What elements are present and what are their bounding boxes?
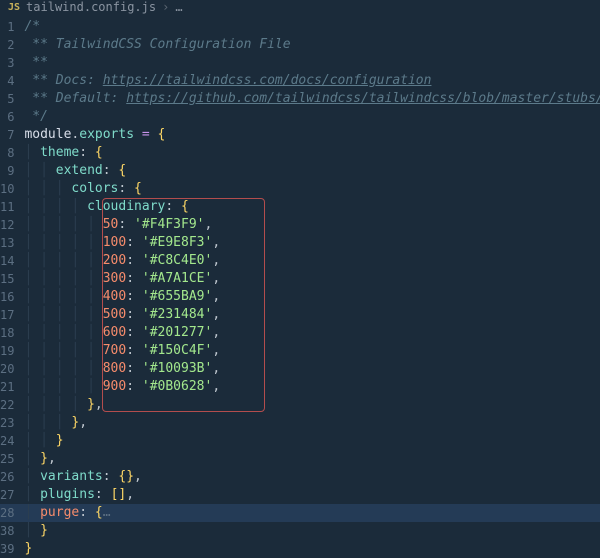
code-line: ** Default: https://github.com/tailwindc… bbox=[24, 90, 600, 108]
editor-window: JS tailwind.config.js › … 1 2 3 4 5 6 7 … bbox=[0, 0, 600, 558]
line-number: 17 bbox=[0, 306, 14, 324]
code-line: │ │ │ │ │ 400: '#655BA9', bbox=[24, 288, 600, 306]
line-number: 12 bbox=[0, 216, 14, 234]
code-area[interactable]: /* ** TailwindCSS Configuration File ** … bbox=[24, 14, 600, 558]
code-line: │ │ │ │ │ 50: '#F4F3F9', bbox=[24, 216, 600, 234]
line-number: 22 bbox=[0, 396, 14, 414]
code-line: │ purge: {… bbox=[24, 504, 600, 522]
code-line: ** TailwindCSS Configuration File bbox=[24, 36, 600, 54]
line-number: 10 bbox=[0, 180, 14, 198]
line-number: 28 bbox=[0, 504, 14, 522]
line-number: 14 bbox=[0, 252, 14, 270]
breadcrumb-trail: … bbox=[175, 0, 182, 14]
code-line: │ │ │ │ │ 500: '#231484', bbox=[24, 306, 600, 324]
code-line: │ │ │ │ │ 800: '#10093B', bbox=[24, 360, 600, 378]
breadcrumb[interactable]: JS tailwind.config.js › … bbox=[0, 0, 600, 14]
code-line: │ │ │ │ │ 700: '#150C4F', bbox=[24, 342, 600, 360]
code-line: │ │ │ │ │ 300: '#A7A1CE', bbox=[24, 270, 600, 288]
line-number: 20 bbox=[0, 360, 14, 378]
code-line: │ │ │ │ │ 600: '#201277', bbox=[24, 324, 600, 342]
code-line: │ │ │ │ cloudinary: { bbox=[24, 198, 600, 216]
code-line: ** Docs: https://tailwindcss.com/docs/co… bbox=[24, 72, 600, 90]
line-number: 39 bbox=[0, 540, 14, 558]
code-line: │ }, bbox=[24, 450, 600, 468]
line-number: 23 bbox=[0, 414, 14, 432]
code-editor[interactable]: 1 2 3 4 5 6 7 8 9 10 11 12 13 14 15 16 1… bbox=[0, 14, 600, 558]
line-number: 7 bbox=[7, 126, 14, 144]
line-number: 13 bbox=[0, 234, 14, 252]
line-number: 5 bbox=[7, 90, 14, 108]
line-number: 1 bbox=[7, 18, 14, 36]
line-number: ›38 bbox=[0, 522, 14, 540]
line-number: 25 bbox=[0, 450, 14, 468]
code-line: */ bbox=[24, 108, 600, 126]
line-number: 21 bbox=[0, 378, 14, 396]
line-number: 19 bbox=[0, 342, 14, 360]
line-number: 8 bbox=[7, 144, 14, 162]
code-line: │ } bbox=[24, 522, 600, 540]
chevron-right-icon: › bbox=[162, 0, 169, 14]
code-line: │ │ │ colors: { bbox=[24, 180, 600, 198]
code-line: │ │ extend: { bbox=[24, 162, 600, 180]
line-number: 9 bbox=[7, 162, 14, 180]
line-number: 11 bbox=[0, 198, 14, 216]
line-number: 18 bbox=[0, 324, 14, 342]
line-number: 15 bbox=[0, 270, 14, 288]
code-line: │ │ │ │ │ 900: '#0B0628', bbox=[24, 378, 600, 396]
code-line: │ │ │ │ │ 200: '#C8C4E0', bbox=[24, 252, 600, 270]
code-line: │ variants: {}, bbox=[24, 468, 600, 486]
line-number-gutter: 1 2 3 4 5 6 7 8 9 10 11 12 13 14 15 16 1… bbox=[0, 14, 24, 558]
line-number: 24 bbox=[0, 432, 14, 450]
code-line: } bbox=[24, 540, 600, 558]
line-number: 16 bbox=[0, 288, 14, 306]
line-number: 4 bbox=[7, 72, 14, 90]
code-line: ** bbox=[24, 54, 600, 72]
line-number: 6 bbox=[7, 108, 14, 126]
breadcrumb-filename: tailwind.config.js bbox=[26, 0, 156, 14]
code-line: /* bbox=[24, 18, 600, 36]
line-number: 3 bbox=[7, 54, 14, 72]
code-line: │ │ } bbox=[24, 432, 600, 450]
code-line: │ │ │ │ }, bbox=[24, 396, 600, 414]
code-line: │ plugins: [], bbox=[24, 486, 600, 504]
code-line: │ │ │ }, bbox=[24, 414, 600, 432]
line-number: 26 bbox=[0, 468, 14, 486]
code-line: module.exports = { bbox=[24, 126, 600, 144]
js-icon: JS bbox=[8, 2, 20, 13]
line-number: 2 bbox=[7, 36, 14, 54]
line-number: 27 bbox=[0, 486, 14, 504]
code-line: │ │ │ │ │ 100: '#E9E8F3', bbox=[24, 234, 600, 252]
code-line: │ theme: { bbox=[24, 144, 600, 162]
